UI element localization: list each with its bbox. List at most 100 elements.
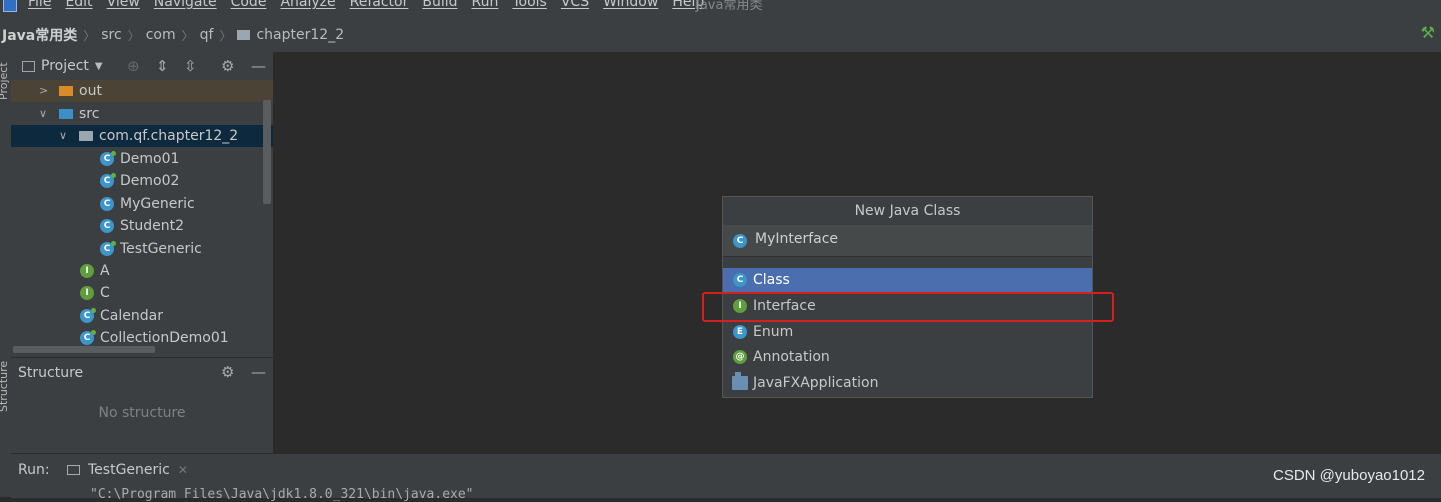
- menu-view[interactable]: View: [107, 0, 140, 10]
- package-icon: [79, 131, 93, 141]
- tree-item-label: src: [79, 106, 100, 122]
- menu-navigate[interactable]: Navigate: [154, 0, 217, 10]
- tree-item-label: Demo02: [120, 173, 180, 189]
- tree-item-a[interactable]: I A: [11, 260, 273, 282]
- menu-analyze[interactable]: Analyze: [280, 0, 335, 10]
- console-output-line: "C:\Program Files\Java\jdk1.8.0_321\bin\…: [90, 487, 474, 502]
- tree-item-label: C: [100, 285, 110, 301]
- kind-option-annotation[interactable]: @ Annotation: [723, 345, 1092, 370]
- menu-edit[interactable]: Edit: [65, 0, 92, 10]
- console-icon: [67, 465, 80, 475]
- menu-run[interactable]: Run: [472, 0, 499, 10]
- project-panel: Project ▼ ⊕ ⇕ ⇳ ⚙ — > out ∨ src ∨ com.qf…: [11, 52, 273, 357]
- tree-item-demo01[interactable]: C Demo01: [11, 148, 273, 170]
- project-view-selector[interactable]: Project: [41, 58, 89, 74]
- menu-window[interactable]: Window: [603, 0, 658, 10]
- structure-tool-tab[interactable]: Structure: [0, 361, 10, 412]
- empty-state-text: No structure: [98, 405, 186, 421]
- tree-item-package[interactable]: ∨ com.qf.chapter12_2: [11, 125, 273, 147]
- menu-build[interactable]: Build: [422, 0, 457, 10]
- minimize-icon[interactable]: —: [251, 363, 266, 381]
- gear-icon[interactable]: ⚙: [221, 363, 234, 381]
- kind-option-class[interactable]: C Class: [723, 268, 1092, 293]
- tree-item-student2[interactable]: C Student2: [11, 215, 273, 237]
- breadcrumb: Java常用类 〉 src 〉 com 〉 qf 〉 chapter12_2: [2, 25, 344, 45]
- breadcrumb-src[interactable]: src: [101, 27, 121, 43]
- enum-icon: E: [733, 325, 747, 339]
- tree-item-c[interactable]: I C: [11, 282, 273, 304]
- watermark: CSDN @yuboyao1012: [1273, 467, 1425, 484]
- breadcrumb-project[interactable]: Java常用类: [2, 25, 77, 45]
- interface-icon: I: [80, 264, 94, 278]
- horizontal-scrollbar[interactable]: [13, 346, 155, 353]
- class-name-input[interactable]: C MyInterface: [723, 225, 1092, 257]
- class-icon: C: [100, 241, 116, 256]
- highlight-annotation-box: [702, 292, 1114, 322]
- menu-bar: File Edit View Navigate Code Analyze Ref…: [0, 0, 1441, 14]
- breadcrumb-separator-icon: 〉: [127, 28, 140, 43]
- breadcrumb-current[interactable]: chapter12_2: [256, 27, 344, 43]
- minimize-icon[interactable]: —: [251, 57, 266, 75]
- interface-icon: I: [80, 286, 94, 300]
- vertical-scrollbar[interactable]: [263, 100, 271, 204]
- breadcrumb-separator-icon: 〉: [219, 28, 232, 43]
- window-title: Java常用类: [696, 0, 763, 13]
- build-hammer-icon[interactable]: ⚒: [1421, 23, 1435, 42]
- tree-item-label: TestGeneric: [120, 241, 202, 257]
- expand-all-icon[interactable]: ⇕: [156, 57, 169, 75]
- kind-option-javafx[interactable]: JavaFXApplication: [723, 371, 1092, 396]
- class-icon: C: [100, 197, 114, 211]
- menu-refactor[interactable]: Refactor: [350, 0, 409, 10]
- class-icon: C: [80, 308, 96, 323]
- project-view-icon: [22, 60, 35, 72]
- class-icon: C: [733, 273, 747, 287]
- dialog-title: New Java Class: [723, 197, 1092, 226]
- breadcrumb-com[interactable]: com: [146, 27, 176, 43]
- structure-panel: Structure ⚙ — No structure: [11, 357, 273, 454]
- class-icon: C: [100, 219, 114, 233]
- close-icon[interactable]: ✕: [178, 463, 188, 477]
- chevron-right-icon[interactable]: >: [39, 80, 48, 102]
- tree-item-label: out: [79, 83, 102, 99]
- tree-item-mygeneric[interactable]: C MyGeneric: [11, 193, 273, 215]
- class-name-value: MyInterface: [755, 231, 839, 247]
- class-icon: C: [733, 234, 747, 248]
- project-tool-tab[interactable]: Project: [0, 62, 10, 100]
- tree-item-testgeneric[interactable]: C TestGeneric: [11, 238, 273, 260]
- class-icon: C: [80, 330, 96, 345]
- tree-item-out[interactable]: > out: [11, 80, 273, 102]
- tree-item-src[interactable]: ∨ src: [11, 103, 273, 125]
- javafx-icon: [732, 372, 748, 390]
- tree-item-label: A: [100, 263, 110, 279]
- annotation-icon: @: [733, 350, 747, 364]
- left-tool-stripe: Project Structure: [0, 52, 11, 497]
- chevron-down-icon[interactable]: ∨: [59, 125, 67, 147]
- folder-icon: [59, 86, 73, 96]
- menu-tools[interactable]: Tools: [512, 0, 547, 10]
- collapse-all-icon[interactable]: ⇳: [184, 57, 197, 75]
- navigation-bar: Java常用类 〉 src 〉 com 〉 qf 〉 chapter12_2 ⚒: [0, 14, 1441, 53]
- gear-icon[interactable]: ⚙: [221, 57, 234, 75]
- kind-option-label: Class: [753, 272, 790, 288]
- menu-vcs[interactable]: VCS: [561, 0, 589, 10]
- locate-icon[interactable]: ⊕: [127, 57, 140, 75]
- run-label: Run:: [18, 462, 50, 478]
- breadcrumb-qf[interactable]: qf: [200, 27, 214, 43]
- kind-option-label: JavaFXApplication: [753, 375, 879, 391]
- chevron-down-icon[interactable]: ▼: [95, 61, 103, 72]
- tree-item-calendar[interactable]: C Calendar: [11, 305, 273, 327]
- chevron-down-icon[interactable]: ∨: [39, 103, 47, 125]
- app-logo-icon: [3, 0, 17, 12]
- run-tool-window: Run: TestGeneric ✕ "C:\Program Files\Jav…: [11, 453, 1441, 502]
- run-tab-label: TestGeneric: [88, 462, 170, 478]
- kind-option-enum[interactable]: E Enum: [723, 320, 1092, 345]
- class-icon: C: [100, 151, 116, 166]
- breadcrumb-separator-icon: 〉: [83, 28, 96, 43]
- tree-item-label: com.qf.chapter12_2: [99, 128, 239, 144]
- run-tab-testgeneric[interactable]: TestGeneric ✕: [67, 462, 188, 478]
- source-folder-icon: [59, 109, 73, 119]
- tree-item-label: Calendar: [100, 308, 163, 324]
- menu-code[interactable]: Code: [231, 0, 267, 10]
- tree-item-demo02[interactable]: C Demo02: [11, 170, 273, 192]
- menu-file[interactable]: File: [28, 0, 51, 10]
